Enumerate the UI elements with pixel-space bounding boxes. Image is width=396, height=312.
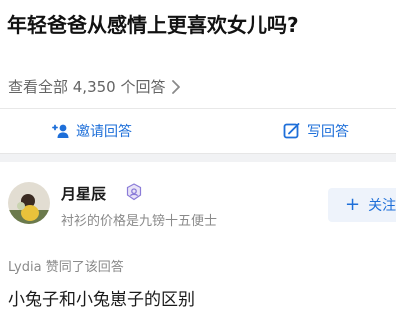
avatar[interactable] bbox=[8, 182, 50, 224]
avatar-image bbox=[8, 182, 50, 224]
author-name[interactable]: 月星辰 bbox=[61, 183, 106, 204]
invite-answer-label: 邀请回答 bbox=[76, 124, 132, 140]
view-all-answers-link[interactable]: 查看全部 4,350 个回答 bbox=[8, 77, 181, 97]
edit-icon bbox=[283, 123, 300, 139]
question-title[interactable]: 年轻爸爸从感情上更喜欢女儿吗? bbox=[7, 12, 299, 38]
write-answer-button[interactable]: 写回答 bbox=[283, 109, 349, 153]
question-page: 年轻爸爸从感情上更喜欢女儿吗? 查看全部 4,350 个回答 邀请回答 写回答 bbox=[0, 0, 396, 312]
follow-label: 关注 bbox=[368, 198, 396, 214]
plus-icon: + bbox=[345, 194, 361, 215]
verified-badge-icon bbox=[126, 183, 142, 201]
invite-answer-button[interactable]: 邀请回答 bbox=[52, 109, 132, 153]
answer-actions-bar: 邀请回答 写回答 bbox=[0, 109, 396, 153]
author-bio: 衬衫的价格是九镑十五便士 bbox=[61, 214, 218, 229]
view-all-answers-label: 查看全部 4,350 个回答 bbox=[8, 78, 166, 96]
activity-line: Lydia 赞同了该回答 bbox=[8, 260, 124, 275]
chevron-right-icon bbox=[172, 80, 181, 94]
answer-excerpt[interactable]: 小兔子和小兔崽子的区别 bbox=[8, 285, 195, 310]
write-answer-label: 写回答 bbox=[307, 124, 349, 140]
follow-button[interactable]: + 关注 bbox=[328, 188, 396, 222]
section-separator bbox=[0, 153, 396, 162]
add-person-icon bbox=[52, 124, 69, 138]
